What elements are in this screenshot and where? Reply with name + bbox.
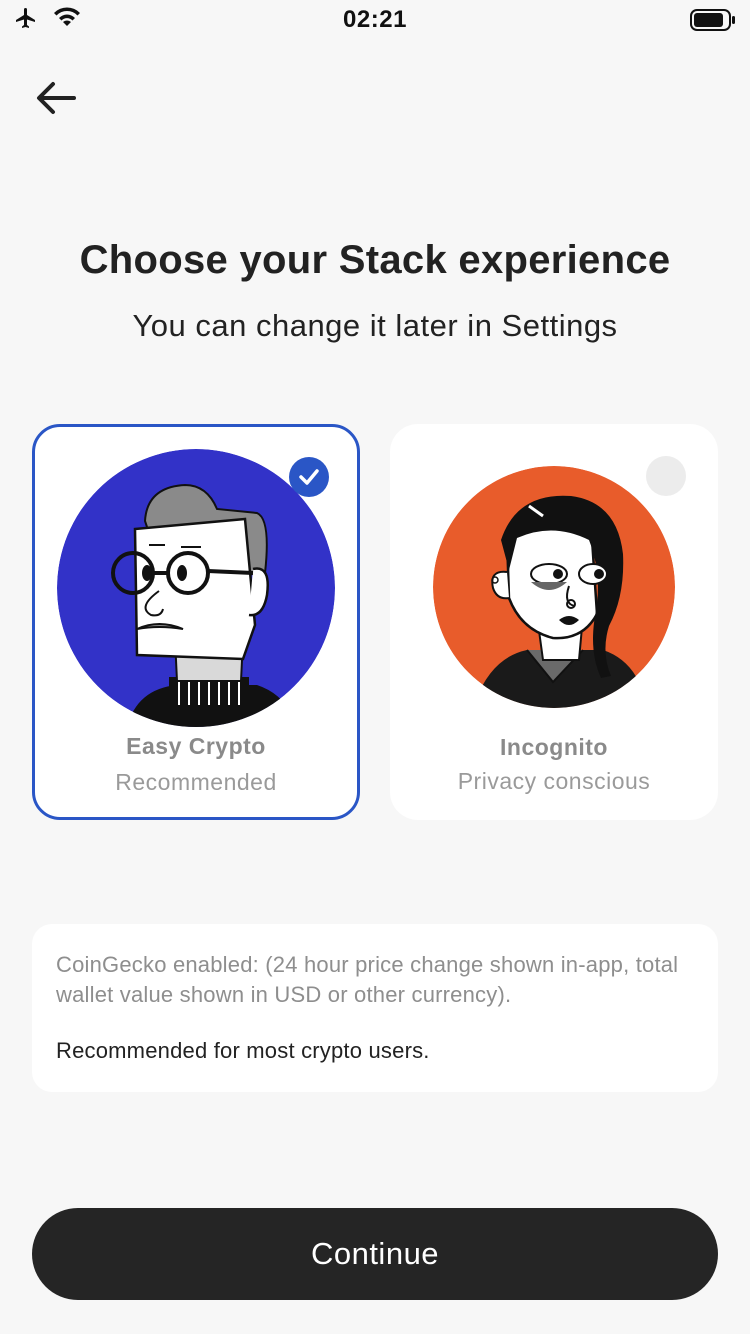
page-subtitle: You can change it later in Settings bbox=[132, 308, 618, 343]
info-box: CoinGecko enabled: (24 hour price change… bbox=[32, 924, 718, 1092]
continue-button[interactable]: Continue bbox=[32, 1208, 718, 1300]
battery-icon bbox=[690, 8, 736, 37]
option-name: Incognito bbox=[500, 734, 608, 760]
option-description: Privacy conscious bbox=[457, 768, 651, 794]
option-card-easy-crypto[interactable]: Easy Crypto Recommended bbox=[32, 424, 360, 820]
info-detail: CoinGecko enabled: (24 hour price change… bbox=[56, 952, 679, 1007]
arrow-left-icon bbox=[37, 82, 76, 114]
back-button[interactable] bbox=[30, 72, 82, 124]
info-note: Recommended for most crypto users. bbox=[56, 1038, 430, 1063]
option-description: Recommended bbox=[115, 769, 277, 795]
status-bar: 02:21 bbox=[0, 0, 750, 40]
page-title: Choose your Stack experience bbox=[79, 238, 671, 282]
unselected-radio-icon[interactable] bbox=[646, 456, 686, 496]
status-time: 02:21 bbox=[343, 6, 407, 33]
easy-crypto-avatar bbox=[57, 449, 335, 727]
option-name: Easy Crypto bbox=[126, 733, 266, 759]
option-card-incognito[interactable]: Incognito Privacy conscious bbox=[390, 424, 718, 820]
selected-check-icon[interactable] bbox=[289, 457, 329, 497]
incognito-avatar bbox=[433, 466, 675, 708]
